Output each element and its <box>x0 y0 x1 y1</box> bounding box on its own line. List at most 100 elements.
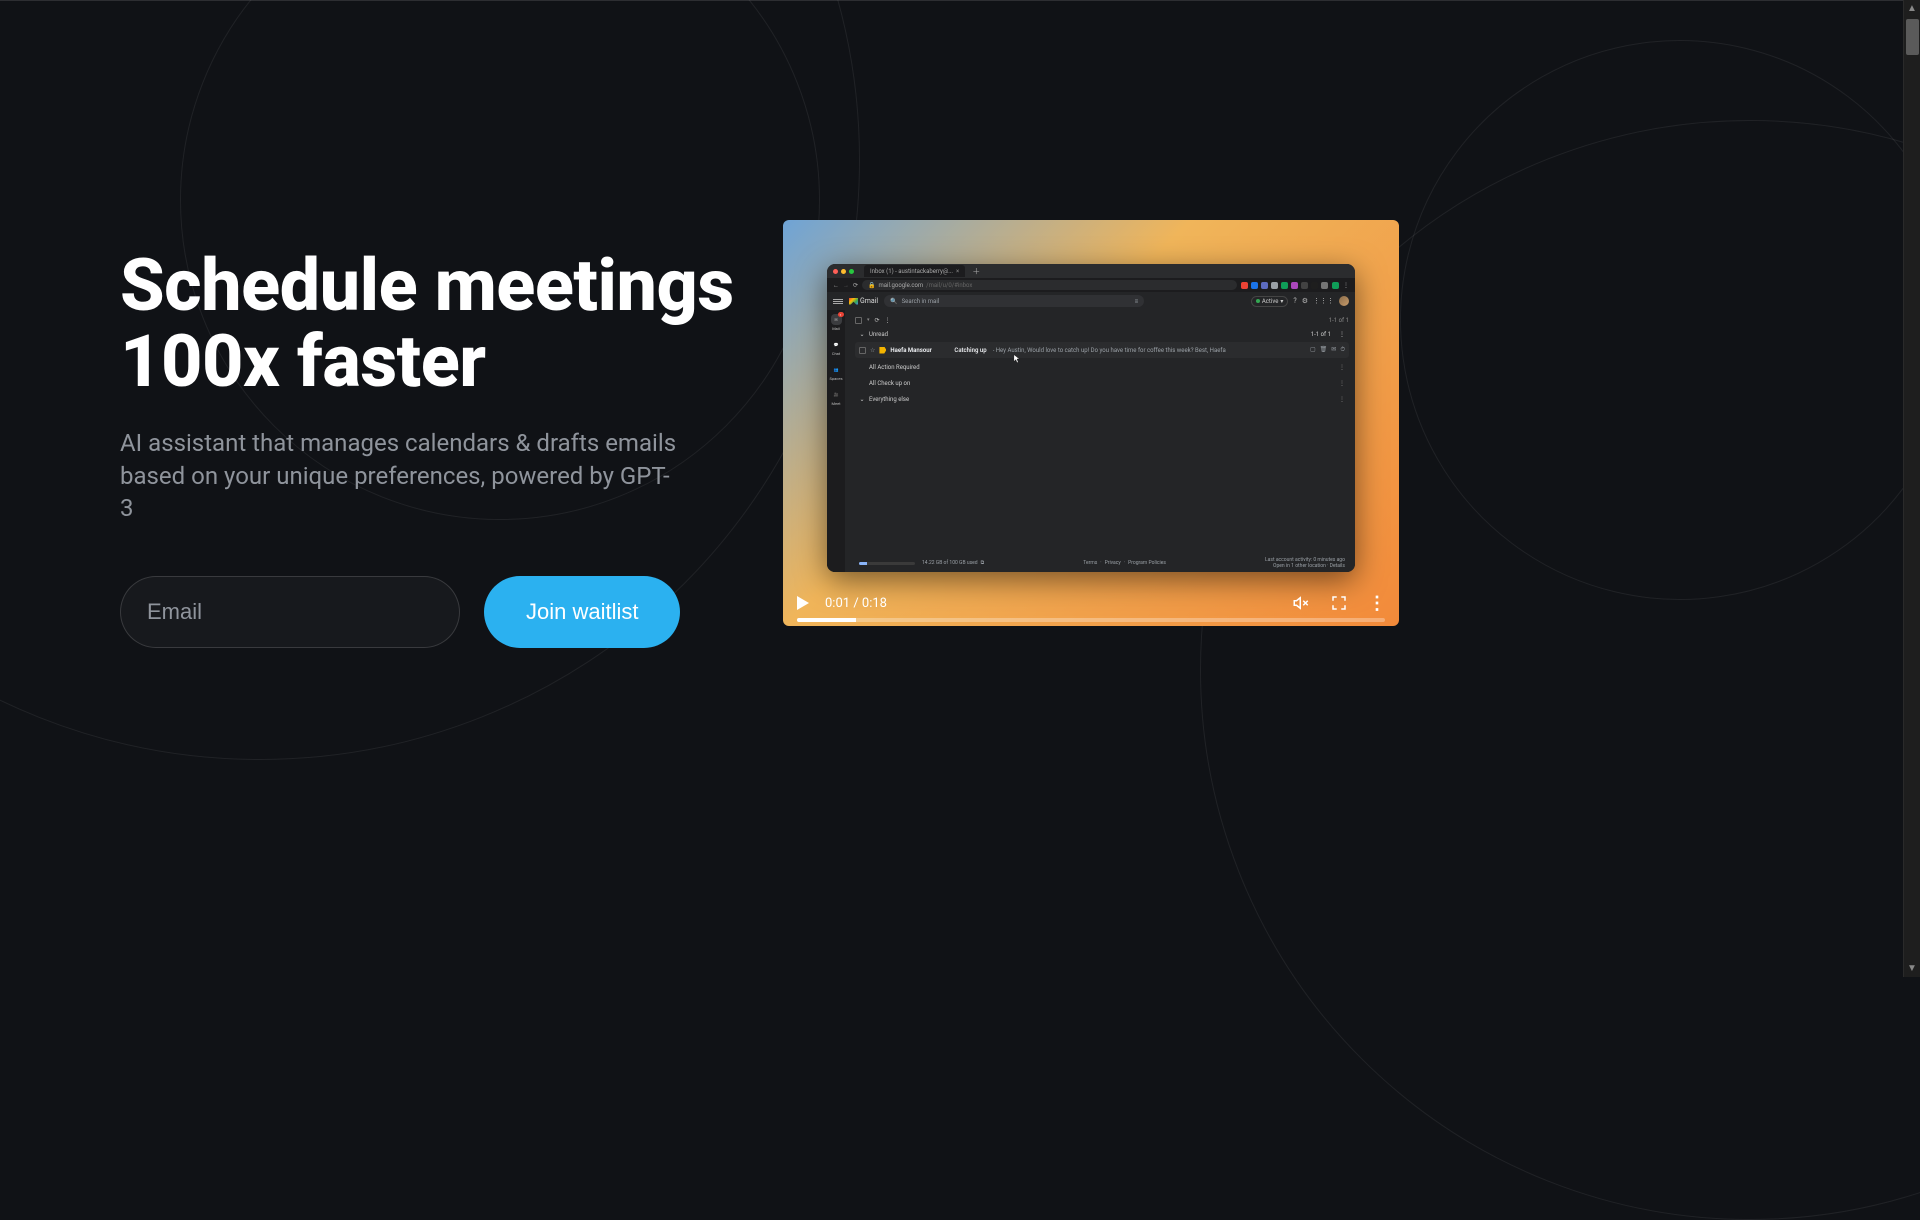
storage-text: 14.22 GB of 100 GB used <box>922 560 978 566</box>
delete-icon[interactable]: 🗑 <box>1320 346 1328 354</box>
hero-subtitle: AI assistant that manages calendars & dr… <box>120 427 680 524</box>
star-icon[interactable]: ☆ <box>870 347 875 354</box>
storage-progress <box>859 562 915 565</box>
footer-activity-line2[interactable]: Open in 1 other location · Details <box>1265 563 1345 570</box>
section-menu-icon[interactable]: ⋮ <box>1339 364 1345 371</box>
apps-grid-icon[interactable]: ⋮⋮⋮ <box>1313 297 1334 305</box>
email-checkbox[interactable] <box>859 347 866 354</box>
important-marker-icon[interactable] <box>879 347 886 354</box>
section-check-up[interactable]: All Check up on ⋮ <box>855 376 1349 390</box>
select-all-checkbox[interactable] <box>855 317 862 324</box>
browser-tab[interactable]: Inbox (1) - austintackaberry@... × <box>864 265 965 277</box>
inbox-sections: ⌄ Unread 1-1 of 1 ⋮ ☆ Haefa Mansour Catc… <box>855 327 1349 406</box>
mail-badge: 1 <box>838 312 844 317</box>
search-options-icon[interactable]: ≡ <box>1135 298 1139 305</box>
maximize-window-icon[interactable] <box>849 269 854 274</box>
section-menu-icon[interactable]: ⋮ <box>1339 380 1345 387</box>
section-menu-icon[interactable]: ⋮ <box>1339 331 1345 338</box>
chevron-down-icon: ⌄ <box>859 331 865 338</box>
meet-icon: 🎥 <box>834 392 839 397</box>
new-tab-button[interactable]: ＋ <box>972 266 980 277</box>
archive-icon[interactable]: ▢ <box>1310 346 1316 354</box>
search-icon: 🔍 <box>890 298 897 305</box>
mark-read-icon[interactable]: ✉ <box>1331 346 1336 354</box>
join-waitlist-button[interactable]: Join waitlist <box>484 576 680 648</box>
nav-mail[interactable]: ✉ 1 Mail <box>831 314 842 331</box>
support-icon[interactable]: ? <box>1293 297 1296 305</box>
section-label: Everything else <box>869 396 909 403</box>
extension-icon[interactable] <box>1251 282 1258 289</box>
email-row[interactable]: ☆ Haefa Mansour Catching up - Hey Austin… <box>855 342 1349 358</box>
scrollbar-up-icon[interactable]: ▲ <box>1904 0 1920 17</box>
nav-spaces-label: Spaces <box>829 376 842 381</box>
section-everything-else[interactable]: ⌄ Everything else ⋮ <box>855 392 1349 406</box>
refresh-icon[interactable]: ⟳ <box>875 317 880 324</box>
footer-link-terms[interactable]: Terms <box>1083 560 1097 566</box>
email-subject: Catching up <box>954 347 986 354</box>
play-icon[interactable] <box>797 596 809 610</box>
video-time-current: 0:01 <box>825 596 850 611</box>
nav-mail-label: Mail <box>832 326 840 331</box>
hero-title: Schedule meetings 100x faster <box>120 248 760 399</box>
extension-icon[interactable] <box>1281 282 1288 289</box>
status-text: Active <box>1262 298 1279 305</box>
gmail-logo[interactable]: Gmail <box>849 297 878 305</box>
extension-icon[interactable] <box>1311 282 1318 289</box>
gmail-body: ✉ 1 Mail 💬 Chat 👥 Spaces 🎥 Meet <box>827 310 1355 572</box>
close-window-icon[interactable] <box>833 269 838 274</box>
video-controls: 0:01 / 0:18 ⋮ <box>783 588 1399 626</box>
mail-icon: ✉ <box>834 317 837 322</box>
nav-spaces[interactable]: 👥 Spaces <box>829 364 842 381</box>
unread-section-header[interactable]: ⌄ Unread 1-1 of 1 ⋮ <box>855 327 1349 340</box>
mute-icon[interactable] <box>1292 594 1310 612</box>
chevron-down-icon: ⌄ <box>859 396 865 403</box>
main-menu-icon[interactable] <box>833 299 843 304</box>
window-traffic-lights[interactable] <box>833 269 854 274</box>
nav-reload-icon[interactable]: ⟳ <box>853 282 858 289</box>
url-field[interactable]: 🔒 mail.google.com/mail/u/0/#inbox <box>862 280 1237 290</box>
scrollbar-thumb[interactable] <box>1906 19 1919 55</box>
extension-icon[interactable] <box>1321 282 1328 289</box>
demo-video[interactable]: Inbox (1) - austintackaberry@... × ＋ ← →… <box>783 220 1399 626</box>
browser-window: Inbox (1) - austintackaberry@... × ＋ ← →… <box>827 264 1355 572</box>
page-scrollbar[interactable]: ▲ ▼ <box>1903 0 1920 977</box>
more-actions-icon[interactable]: ⋮ <box>885 317 891 324</box>
gmail-search-input[interactable]: 🔍 Search in mail ≡ <box>884 295 1144 307</box>
gmail-toolbar: ▾ ⟳ ⋮ 1-1 of 1 <box>855 313 1349 327</box>
snooze-icon[interactable]: ⏱ <box>1340 346 1345 354</box>
extension-icon[interactable] <box>1301 282 1308 289</box>
hero-title-line1: Schedule meetings <box>120 243 734 328</box>
footer-link-privacy[interactable]: Privacy <box>1105 560 1121 566</box>
section-menu-icon[interactable]: ⋮ <box>1339 396 1345 403</box>
open-external-icon[interactable]: ⧉ <box>981 560 985 566</box>
footer-link-policies[interactable]: Program Policies <box>1128 560 1166 566</box>
select-dropdown-icon[interactable]: ▾ <box>867 317 870 323</box>
status-pill[interactable]: Active ▾ <box>1251 296 1289 307</box>
scrollbar-down-icon[interactable]: ▼ <box>1904 960 1920 977</box>
settings-gear-icon[interactable]: ⚙ <box>1302 297 1308 305</box>
email-input[interactable] <box>120 576 460 648</box>
video-progress-fill <box>797 618 856 622</box>
account-avatar[interactable] <box>1339 296 1349 306</box>
video-progress-bar[interactable] <box>797 618 1385 622</box>
nav-meet[interactable]: 🎥 Meet <box>831 389 842 406</box>
tab-close-icon[interactable]: × <box>956 268 959 275</box>
nav-forward-icon[interactable]: → <box>843 282 849 289</box>
extension-icon[interactable] <box>1271 282 1278 289</box>
share-icon[interactable] <box>1332 282 1339 289</box>
nav-chat-label: Chat <box>832 351 840 356</box>
minimize-window-icon[interactable] <box>841 269 846 274</box>
browser-menu-icon[interactable]: ⋮ <box>1343 282 1349 289</box>
fullscreen-icon[interactable] <box>1330 594 1348 612</box>
video-more-icon[interactable]: ⋮ <box>1368 593 1385 614</box>
extension-icon[interactable] <box>1261 282 1268 289</box>
nav-back-icon[interactable]: ← <box>833 282 839 289</box>
unread-label: Unread <box>869 331 888 338</box>
hero-title-line2: 100x faster <box>120 319 486 404</box>
section-action-required[interactable]: All Action Required ⋮ <box>855 360 1349 374</box>
extension-icon[interactable] <box>1241 282 1248 289</box>
nav-chat[interactable]: 💬 Chat <box>831 339 842 356</box>
extension-icon[interactable] <box>1291 282 1298 289</box>
browser-tab-bar: Inbox (1) - austintackaberry@... × ＋ <box>827 264 1355 278</box>
extension-icons <box>1241 282 1328 289</box>
